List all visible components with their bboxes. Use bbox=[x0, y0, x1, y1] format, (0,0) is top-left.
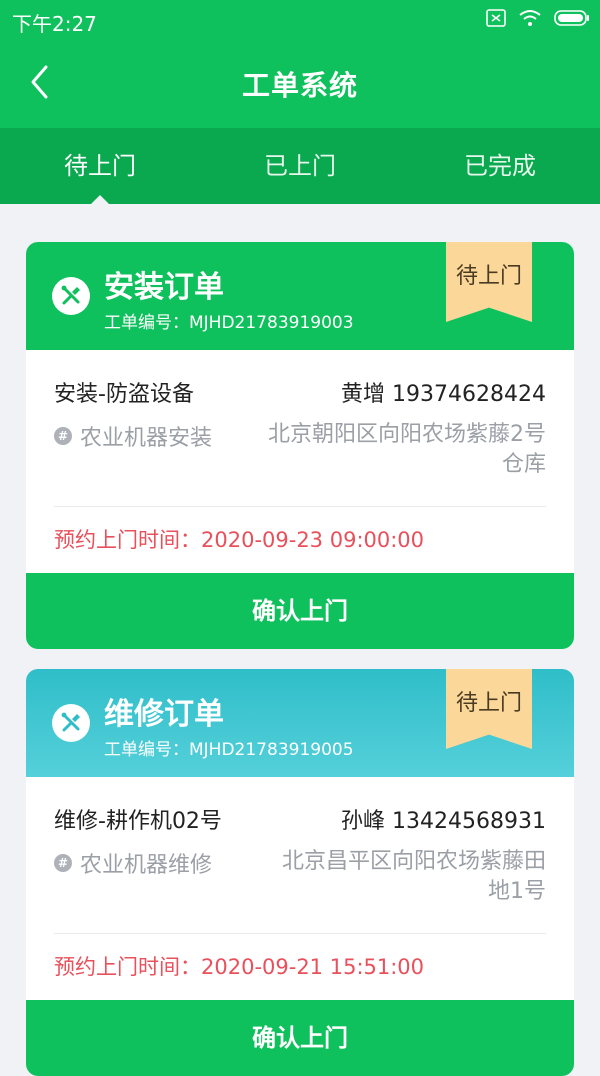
contact-info[interactable]: 黄增 19374628424 bbox=[341, 376, 546, 408]
service-category: # 农业机器维修 bbox=[54, 847, 212, 879]
address: 北京朝阳区向阳农场紫藤2号仓库 bbox=[268, 422, 546, 477]
status-ribbon: 待上门 bbox=[446, 242, 532, 322]
order-title: 安装订单 bbox=[104, 270, 224, 305]
tab-label: 已完成 bbox=[464, 152, 536, 180]
order-card-body: 安装-防盗设备 黄增 19374628424 # 农业机器安装 北京朝阳区向阳农… bbox=[26, 376, 574, 573]
tab-active-indicator bbox=[91, 195, 109, 204]
wrench-screwdriver-icon bbox=[52, 277, 90, 315]
tab-bar: 待上门 已上门 已完成 bbox=[0, 128, 600, 204]
wrench-screwdriver-icon bbox=[52, 704, 90, 742]
order-title: 维修订单 bbox=[104, 697, 224, 732]
order-card-header: 维修订单 工单编号：MJHD21783919005 待上门 bbox=[26, 669, 574, 777]
confirm-visit-button[interactable]: 确认上门 bbox=[26, 1000, 574, 1076]
appointment-time: 预约上门时间：2020-09-21 15:51:00 bbox=[54, 955, 425, 979]
appointment-time: 预约上门时间：2020-09-23 09:00:00 bbox=[54, 528, 425, 552]
tab-pending-visit[interactable]: 待上门 bbox=[0, 128, 200, 204]
order-card[interactable]: 安装订单 工单编号：MJHD21783919003 待上门 安装-防盗设备 黄增… bbox=[26, 242, 574, 649]
status-ribbon: 待上门 bbox=[446, 669, 532, 749]
sim-icon bbox=[486, 9, 506, 31]
status-time: 下午2:27 bbox=[12, 12, 97, 36]
battery-icon bbox=[554, 9, 590, 31]
status-bar: 下午2:27 bbox=[0, 0, 600, 40]
contact-info[interactable]: 孙峰 13424568931 bbox=[341, 803, 546, 835]
page-title: 工单系统 bbox=[241, 69, 358, 102]
hash-icon: # bbox=[54, 854, 72, 872]
confirm-visit-button[interactable]: 确认上门 bbox=[26, 573, 574, 649]
order-card-header: 安装订单 工单编号：MJHD21783919003 待上门 bbox=[26, 242, 574, 350]
category-label: 农业机器维修 bbox=[80, 853, 213, 878]
service-name: 维修-耕作机02号 bbox=[54, 809, 222, 834]
order-card[interactable]: 维修订单 工单编号：MJHD21783919005 待上门 维修-耕作机02号 … bbox=[26, 669, 574, 1076]
order-number: 工单编号：MJHD21783919003 bbox=[104, 313, 354, 333]
tab-completed[interactable]: 已完成 bbox=[400, 128, 600, 204]
order-number: 工单编号：MJHD21783919005 bbox=[104, 740, 354, 760]
tab-label: 已上门 bbox=[264, 152, 336, 180]
address: 北京昌平区向阳农场紫藤田地1号 bbox=[281, 849, 546, 904]
navbar: 工单系统 bbox=[0, 40, 600, 128]
category-label: 农业机器安装 bbox=[80, 426, 213, 451]
wifi-icon bbox=[518, 9, 542, 31]
tab-label: 待上门 bbox=[64, 152, 136, 180]
status-icons bbox=[486, 9, 590, 31]
order-card-body: 维修-耕作机02号 孙峰 13424568931 # 农业机器维修 北京昌平区向… bbox=[26, 803, 574, 1000]
hash-icon: # bbox=[54, 427, 72, 445]
service-name: 安装-防盗设备 bbox=[54, 382, 194, 407]
service-category: # 农业机器安装 bbox=[54, 420, 212, 452]
tab-visited[interactable]: 已上门 bbox=[200, 128, 400, 204]
